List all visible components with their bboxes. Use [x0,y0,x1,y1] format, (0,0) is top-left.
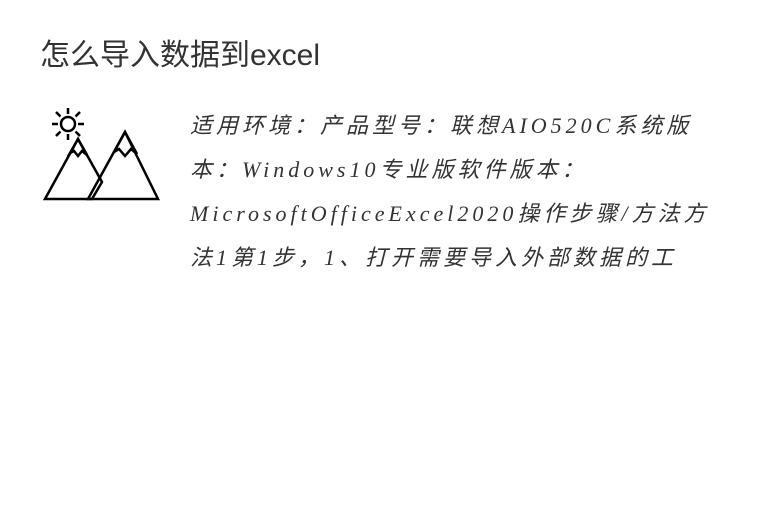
mountain-sun-icon [40,104,160,214]
article-content-row: 适用环境：产品型号：联想AIO520C系统版本：Windows10专业版软件版本… [40,104,728,280]
article-body: 适用环境：产品型号：联想AIO520C系统版本：Windows10专业版软件版本… [190,104,728,280]
article-title: 怎么导入数据到excel [40,30,728,74]
